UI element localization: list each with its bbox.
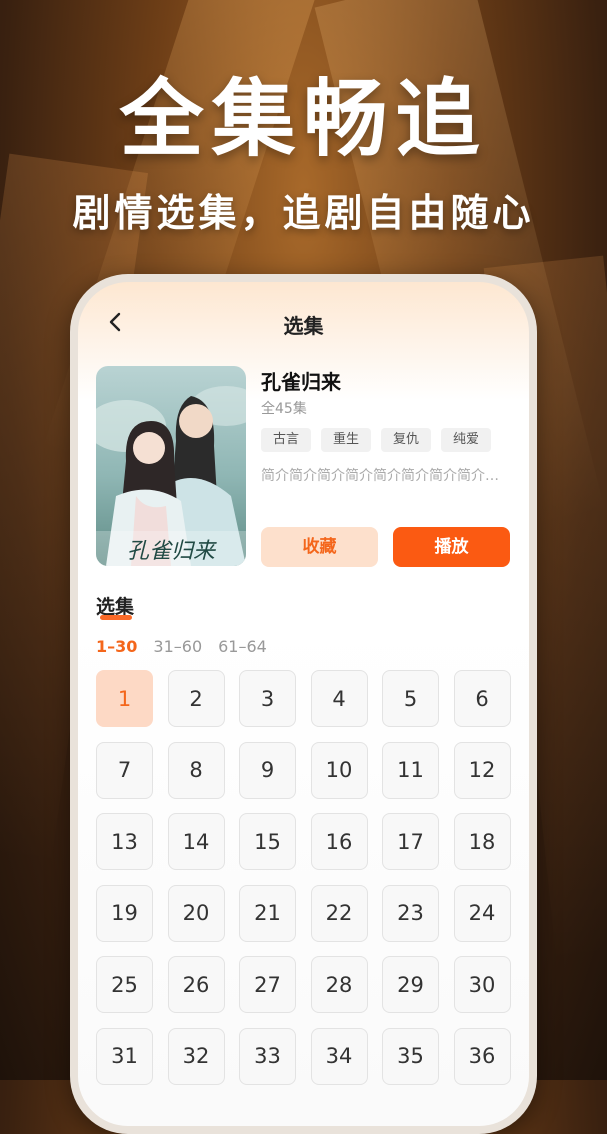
episode-button[interactable]: 17	[382, 813, 439, 870]
tag: 复仇	[381, 428, 431, 452]
episode-button[interactable]: 28	[310, 956, 368, 1013]
episode-button[interactable]: 22	[310, 884, 368, 942]
episode-button[interactable]: 1	[96, 670, 153, 727]
episode-button[interactable]: 5	[382, 670, 439, 727]
drama-title: 孔雀归来	[261, 370, 341, 394]
promo-title: 全集畅追	[119, 70, 488, 168]
episode-range-tabs: 1–30 31–60 61–64	[96, 637, 267, 656]
phone-frame: 选集 孔雀归来 孔雀归来 全45集 古言 重生 复仇 纯爱 简介简介简介简介简介…	[70, 274, 537, 1134]
page-title: 选集	[283, 314, 324, 338]
tag: 古言	[261, 428, 311, 452]
episode-button[interactable]: 25	[96, 956, 153, 1013]
episode-button[interactable]: 35	[382, 1027, 439, 1085]
play-button[interactable]: 播放	[393, 527, 510, 567]
episode-button[interactable]: 7	[96, 741, 153, 799]
episode-button[interactable]: 19	[96, 884, 153, 942]
episode-button[interactable]: 15	[239, 813, 296, 870]
favorite-button[interactable]: 收藏	[261, 527, 378, 567]
episode-button[interactable]: 21	[239, 884, 296, 942]
drama-intro: 简介简介简介简介简介简介简介简介简介	[261, 468, 511, 484]
episode-button[interactable]: 3	[239, 670, 296, 727]
tag: 纯爱	[441, 428, 491, 452]
range-tab[interactable]: 31–60	[153, 637, 202, 656]
promo-subtitle: 剧情选集，追剧自由随心	[72, 191, 535, 235]
tag-list: 古言 重生 复仇 纯爱	[261, 428, 491, 452]
episode-button[interactable]: 16	[310, 813, 368, 870]
episode-button[interactable]: 2	[167, 670, 225, 727]
episode-button[interactable]: 13	[96, 813, 153, 870]
episode-button[interactable]: 24	[453, 884, 511, 942]
episode-button[interactable]: 27	[239, 956, 296, 1013]
range-tab[interactable]: 1–30	[96, 637, 137, 656]
episode-button[interactable]: 11	[382, 741, 439, 799]
episode-button[interactable]: 14	[167, 813, 225, 870]
episode-button[interactable]: 23	[382, 884, 439, 942]
episode-button[interactable]: 4	[310, 670, 368, 727]
episode-button[interactable]: 9	[239, 741, 296, 799]
range-tab[interactable]: 61–64	[218, 637, 267, 656]
poster-caption: 孔雀归来	[127, 539, 217, 564]
episode-button[interactable]: 33	[239, 1027, 296, 1085]
episode-button[interactable]: 29	[382, 956, 439, 1013]
episode-button[interactable]: 8	[167, 741, 225, 799]
section-underline	[100, 615, 132, 620]
episode-button[interactable]: 18	[453, 813, 511, 870]
episode-select-screen: 选集 孔雀归来 孔雀归来 全45集 古言 重生 复仇 纯爱 简介简介简介简介简介…	[78, 282, 529, 1126]
episode-count: 全45集	[261, 401, 307, 417]
episode-button[interactable]: 30	[453, 956, 511, 1013]
episode-button[interactable]: 6	[453, 670, 511, 727]
episode-button[interactable]: 36	[453, 1027, 511, 1085]
episode-button[interactable]: 31	[96, 1027, 153, 1085]
drama-poster[interactable]: 孔雀归来	[96, 366, 246, 566]
episode-button[interactable]: 10	[310, 741, 368, 799]
episode-button[interactable]: 32	[167, 1027, 225, 1085]
episode-button[interactable]: 12	[453, 741, 511, 799]
navigation-bar: 选集	[78, 302, 529, 342]
episode-button[interactable]: 26	[167, 956, 225, 1013]
episode-button[interactable]: 20	[167, 884, 225, 942]
episode-grid: 1 2 3 4 5 6 7 8 9 10 11 12 13 14 15 16 17 18 19 20 21 22 23 24 2…	[96, 670, 511, 1085]
episode-button[interactable]: 34	[310, 1027, 368, 1085]
tag: 重生	[321, 428, 371, 452]
